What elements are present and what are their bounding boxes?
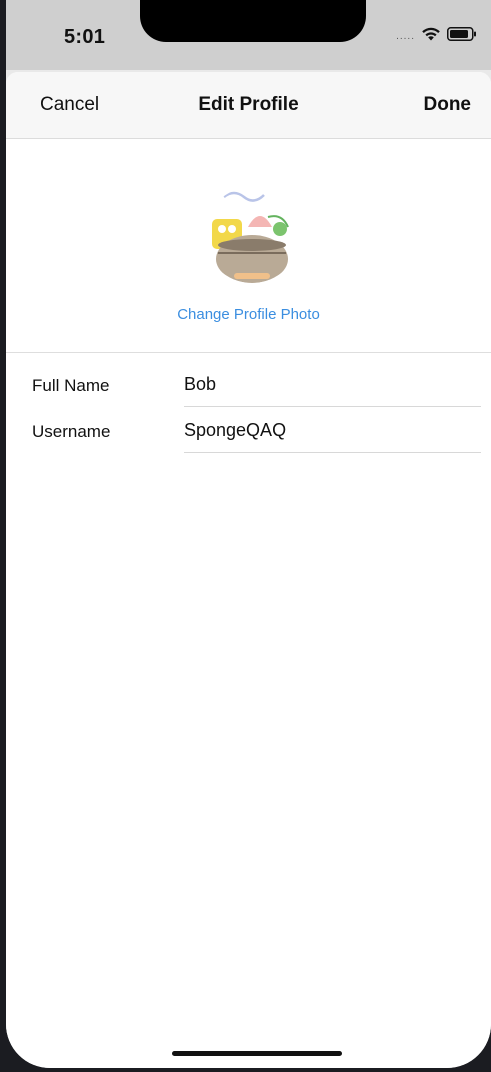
status-indicators: ..... — [396, 26, 477, 47]
status-time: 5:01 — [64, 26, 106, 48]
profile-photo-section: Change Profile Photo — [6, 139, 491, 353]
device-frame: 5:01 ..... Cancel Edit Profile Done Chan… — [0, 0, 491, 1072]
page-title: Edit Profile — [198, 94, 299, 115]
username-label: Username — [32, 422, 111, 441]
change-profile-photo-link[interactable]: Change Profile Photo — [6, 306, 491, 323]
signal-dots: ..... — [396, 30, 415, 42]
avatar[interactable] — [204, 187, 300, 283]
notch — [140, 0, 366, 42]
battery-icon — [447, 27, 477, 46]
edit-profile-sheet: Cancel Edit Profile Done Change Profile … — [6, 72, 491, 1068]
wifi-icon — [421, 26, 441, 47]
username-field[interactable] — [184, 408, 481, 453]
full-name-label: Full Name — [32, 376, 110, 395]
home-indicator[interactable] — [172, 1051, 342, 1056]
form-row-username: Username — [6, 408, 491, 454]
status-bar: 5:01 ..... — [6, 0, 491, 70]
navigation-bar: Cancel Edit Profile Done — [6, 72, 491, 139]
screen: 5:01 ..... Cancel Edit Profile Done Chan… — [6, 0, 491, 1068]
done-button[interactable]: Done — [424, 94, 472, 116]
full-name-field[interactable] — [184, 362, 481, 407]
form-row-full-name: Full Name — [6, 362, 491, 408]
